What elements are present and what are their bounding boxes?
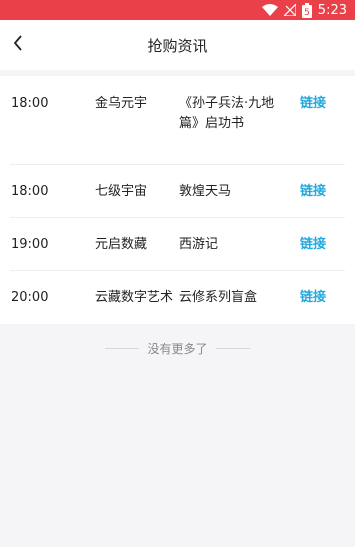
link-button[interactable]: 链接: [300, 182, 326, 202]
product-name: 《孙子兵法·九地篇》启功书: [179, 96, 275, 131]
product-name: 云修系列盲盒: [179, 290, 258, 305]
battery-icon: 5: [301, 2, 312, 18]
divider: [215, 348, 250, 349]
sale-time: 18:00: [11, 184, 49, 199]
list-item: 18:00 七级宇宙 敦煌天马 链接: [0, 165, 355, 218]
list-item: 20:00 云藏数字艺术 云修系列盲盒 链接: [0, 271, 355, 324]
page-title: 抢购资讯: [147, 37, 208, 55]
no-more-indicator: 没有更多了: [0, 340, 355, 357]
battery-level: 5: [304, 8, 310, 18]
status-bar: 5 5:23: [0, 0, 355, 20]
platform-name: 七级宇宙: [95, 184, 148, 199]
platform-name: 元启数藏: [95, 237, 148, 252]
product-name: 敦煌天马: [179, 184, 232, 199]
sale-time: 19:00: [11, 237, 49, 252]
platform-name: 金乌元宇: [95, 96, 148, 111]
signal-off-icon: [283, 4, 296, 16]
product-name: 西游记: [179, 237, 219, 252]
flash-sale-list: 18:00 金乌元宇 《孙子兵法·九地篇》启功书 链接 18:00 七级宇宙 敦…: [0, 76, 355, 324]
status-time: 5:23: [317, 2, 347, 18]
header: 抢购资讯: [0, 20, 355, 70]
link-button[interactable]: 链接: [300, 288, 326, 308]
wifi-icon: [261, 4, 278, 16]
divider: [105, 348, 140, 349]
platform-name: 云藏数字艺术: [95, 290, 174, 305]
sale-time: 20:00: [11, 290, 49, 305]
no-more-text: 没有更多了: [147, 342, 208, 356]
link-button[interactable]: 链接: [300, 94, 326, 114]
link-button[interactable]: 链接: [300, 235, 326, 255]
sale-time: 18:00: [11, 96, 49, 111]
list-item: 18:00 金乌元宇 《孙子兵法·九地篇》启功书 链接: [0, 76, 355, 165]
list-item: 19:00 元启数藏 西游记 链接: [0, 218, 355, 271]
